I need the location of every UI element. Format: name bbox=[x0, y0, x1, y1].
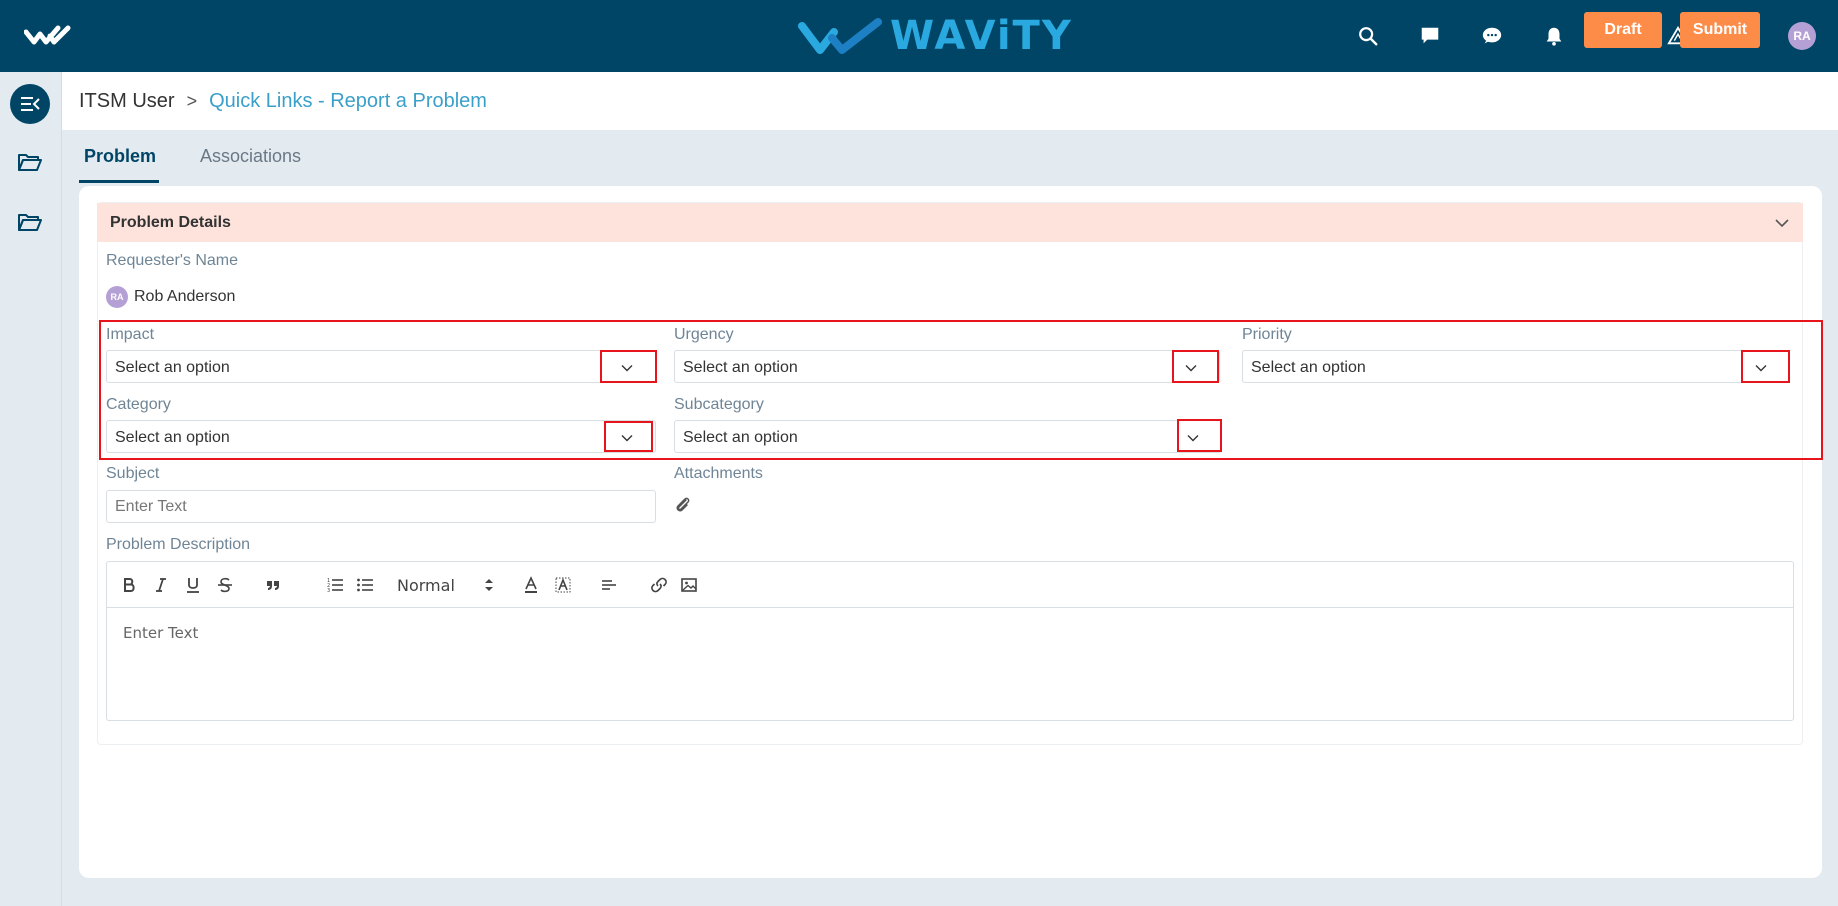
subcategory-label: Subcategory bbox=[674, 396, 764, 413]
draft-button[interactable]: Draft bbox=[1584, 12, 1662, 48]
category-label: Category bbox=[106, 396, 171, 413]
home-logo-icon[interactable] bbox=[24, 24, 72, 48]
urgency-value: Select an option bbox=[683, 359, 798, 376]
strikethrough-button[interactable] bbox=[213, 573, 237, 597]
impact-value: Select an option bbox=[115, 359, 230, 376]
ordered-list-button[interactable]: 123 bbox=[323, 573, 347, 597]
description-body[interactable]: Enter Text bbox=[123, 624, 198, 642]
format-select[interactable]: Normal bbox=[397, 574, 455, 596]
submit-button[interactable]: Submit bbox=[1680, 12, 1760, 48]
chat-icon[interactable] bbox=[1474, 18, 1510, 54]
bell-icon[interactable] bbox=[1536, 18, 1572, 54]
impact-dropdown-toggle[interactable] bbox=[599, 351, 655, 384]
highlight-color-icon bbox=[555, 577, 571, 593]
priority-dropdown-toggle[interactable] bbox=[1733, 351, 1789, 384]
folder-button-2[interactable] bbox=[10, 202, 50, 242]
impact-select[interactable]: Select an option bbox=[106, 350, 656, 383]
top-bar: WAViTY RA bbox=[0, 0, 1838, 72]
chevron-down-icon bbox=[621, 364, 633, 371]
urgency-label: Urgency bbox=[674, 326, 734, 343]
editor-toolbar: 123 Normal bbox=[107, 562, 1793, 608]
breadcrumb: ITSM User > Quick Links - Report a Probl… bbox=[79, 90, 487, 113]
impact-label: Impact bbox=[106, 326, 155, 343]
subcategory-select[interactable]: Select an option bbox=[674, 420, 1222, 453]
left-rail bbox=[0, 72, 62, 906]
priority-label: Priority bbox=[1242, 326, 1292, 343]
section-title: Problem Details bbox=[110, 214, 231, 231]
italic-icon bbox=[156, 578, 166, 592]
svg-text:3: 3 bbox=[327, 588, 330, 594]
underline-button[interactable] bbox=[181, 573, 205, 597]
message-icon[interactable] bbox=[1412, 18, 1448, 54]
folder-open-icon bbox=[18, 154, 42, 171]
active-tab-indicator bbox=[79, 180, 159, 183]
chevron-down-icon bbox=[1187, 434, 1199, 441]
strikethrough-icon bbox=[218, 577, 232, 593]
chevron-down-icon bbox=[1185, 364, 1197, 371]
align-left-icon bbox=[602, 580, 616, 590]
quote-icon bbox=[267, 581, 279, 590]
requester-label: Requester's Name bbox=[106, 252, 238, 269]
bold-icon bbox=[124, 578, 135, 592]
urgency-dropdown-toggle[interactable] bbox=[1163, 351, 1219, 384]
image-button[interactable] bbox=[677, 573, 701, 597]
ordered-list-icon: 123 bbox=[327, 578, 343, 594]
priority-value: Select an option bbox=[1251, 359, 1366, 376]
link-icon bbox=[651, 577, 667, 593]
category-dropdown-toggle[interactable] bbox=[599, 421, 655, 454]
blockquote-button[interactable] bbox=[261, 573, 285, 597]
requester-value: RA Rob Anderson bbox=[106, 286, 235, 308]
folder-button-1[interactable] bbox=[10, 142, 50, 182]
brand-name: WAViTY bbox=[890, 13, 1073, 59]
image-icon bbox=[681, 578, 697, 592]
chevron-down-icon bbox=[621, 434, 633, 441]
menu-collapse-icon bbox=[21, 97, 40, 111]
chevron-down-icon[interactable] bbox=[1773, 214, 1791, 232]
subcategory-value: Select an option bbox=[683, 429, 798, 446]
priority-select[interactable]: Select an option bbox=[1242, 350, 1790, 383]
description-label: Problem Description bbox=[106, 536, 251, 553]
tab-problem[interactable]: Problem bbox=[84, 146, 156, 167]
background-color-button[interactable] bbox=[551, 573, 575, 597]
link-button[interactable] bbox=[647, 573, 671, 597]
breadcrumb-separator: > bbox=[186, 91, 198, 111]
attachments-label: Attachments bbox=[674, 465, 763, 482]
description-editor: 123 Normal Enter Text bbox=[106, 561, 1794, 721]
user-avatar[interactable]: RA bbox=[1784, 18, 1820, 54]
bold-button[interactable] bbox=[117, 573, 141, 597]
subject-input[interactable] bbox=[106, 490, 656, 523]
section-header[interactable]: Problem Details bbox=[97, 203, 1803, 242]
breadcrumb-current[interactable]: Quick Links - Report a Problem bbox=[209, 90, 487, 113]
subcategory-dropdown-toggle[interactable] bbox=[1165, 421, 1221, 454]
chevron-down-icon bbox=[1755, 364, 1767, 371]
category-select[interactable]: Select an option bbox=[106, 420, 656, 453]
avatar-initials: RA bbox=[1788, 22, 1816, 50]
search-icon[interactable] bbox=[1350, 18, 1386, 54]
urgency-select[interactable]: Select an option bbox=[674, 350, 1220, 383]
paperclip-icon[interactable] bbox=[674, 496, 692, 514]
tab-associations[interactable]: Associations bbox=[200, 146, 301, 167]
breadcrumb-root[interactable]: ITSM User bbox=[79, 90, 175, 113]
collapse-menu-button[interactable] bbox=[10, 84, 50, 124]
brand-logo: WAViTY bbox=[798, 12, 1073, 60]
text-color-icon bbox=[525, 576, 537, 593]
requester-name: Rob Anderson bbox=[134, 288, 236, 305]
bullet-list-icon bbox=[357, 578, 373, 592]
brand-mark-icon bbox=[798, 18, 882, 54]
align-button[interactable] bbox=[597, 573, 621, 597]
requester-avatar: RA bbox=[106, 286, 128, 308]
subject-label: Subject bbox=[106, 465, 160, 482]
category-value: Select an option bbox=[115, 429, 230, 446]
breadcrumb-bar: ITSM User > Quick Links - Report a Probl… bbox=[62, 72, 1838, 130]
underline-icon bbox=[187, 578, 199, 593]
folder-open-icon bbox=[18, 214, 42, 231]
up-down-arrows-icon[interactable] bbox=[483, 574, 495, 596]
bullet-list-button[interactable] bbox=[353, 573, 377, 597]
text-color-button[interactable] bbox=[519, 573, 543, 597]
italic-button[interactable] bbox=[149, 573, 173, 597]
